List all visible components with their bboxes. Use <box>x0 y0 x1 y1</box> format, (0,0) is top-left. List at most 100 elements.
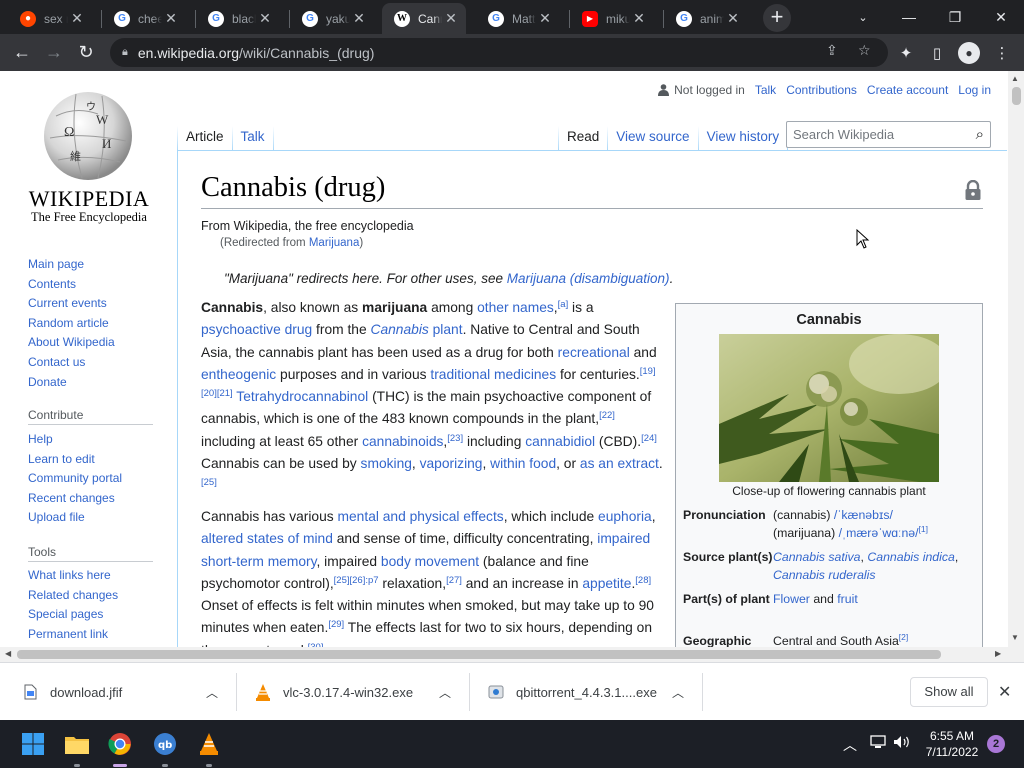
profile-avatar-icon[interactable]: ● <box>958 42 980 64</box>
link-recreational[interactable]: recreational <box>558 345 630 360</box>
link-as-an-extract[interactable]: as an extract <box>580 456 659 471</box>
sidebar-item-contact[interactable]: Contact us <box>28 353 115 373</box>
sidebar-item-related-changes[interactable]: Related changes <box>28 586 118 606</box>
chevron-up-icon[interactable]: ︿ <box>439 684 451 701</box>
windows-start-icon[interactable] <box>18 729 48 759</box>
browser-tab-5-active[interactable]: W Cann ✕ <box>382 3 466 34</box>
scroll-up-arrow-icon[interactable]: ▲ <box>1011 74 1019 83</box>
vlc-taskbar-icon[interactable] <box>194 729 224 767</box>
link-body-movement[interactable]: body movement <box>381 554 479 569</box>
tab-search-icon[interactable]: ⌄ <box>840 0 886 34</box>
lock-icon[interactable]: 🔒︎ <box>122 46 128 59</box>
scroll-right-arrow-icon[interactable]: ▶ <box>995 649 1001 658</box>
link-altered-states[interactable]: altered states of mind <box>201 531 333 546</box>
tab-read[interactable]: Read <box>559 126 607 151</box>
sidebar-item-current-events[interactable]: Current events <box>28 294 115 314</box>
link-within-food[interactable]: within food <box>490 456 556 471</box>
network-icon[interactable] <box>870 735 886 752</box>
link-fruit[interactable]: fruit <box>837 592 858 606</box>
link-mental-physical-effects[interactable]: mental and physical effects <box>338 509 504 524</box>
link-cannabis-ruderalis[interactable]: Cannabis ruderalis <box>773 568 876 582</box>
close-tab-icon[interactable]: ✕ <box>724 10 742 27</box>
system-clock[interactable]: 6:55 AM 7/11/2022 <box>920 728 984 760</box>
horizontal-scrollbar[interactable]: ◀ ▶ <box>0 647 1024 662</box>
cannabis-plant-image[interactable] <box>719 334 939 482</box>
bookmark-star-icon[interactable]: ☆ <box>858 42 871 59</box>
address-bar[interactable]: 🔒︎ en.wikipedia.org/wiki/Cannabis_(drug) <box>110 38 888 67</box>
menu-kebab-icon[interactable]: ⋮ <box>991 42 1013 64</box>
close-tab-icon[interactable]: ✕ <box>256 10 274 27</box>
vertical-scrollbar[interactable]: ▲ ▼ <box>1008 71 1024 647</box>
link-smoking[interactable]: smoking <box>361 456 412 471</box>
search-icon[interactable]: ⌕ <box>976 126 984 143</box>
create-account-link[interactable]: Create account <box>867 83 948 97</box>
close-tab-icon[interactable]: ✕ <box>350 10 368 27</box>
chevron-up-icon[interactable]: ︿ <box>206 684 218 701</box>
link-entheogenic[interactable]: entheogenic <box>201 367 276 382</box>
browser-tab-4[interactable]: G yakul ✕ <box>290 3 374 34</box>
sidebar-item-help[interactable]: Help <box>28 430 122 450</box>
sidebar-item-random-article[interactable]: Random article <box>28 314 115 334</box>
protection-lock-icon[interactable] <box>964 180 982 200</box>
forward-button[interactable]: → <box>40 38 68 66</box>
link-psychoactive-drug[interactable]: psychoactive drug <box>201 322 312 337</box>
download-item-3[interactable]: qbittorrent_4.4.3.1....exe ︿ <box>488 663 698 721</box>
back-button[interactable]: ← <box>8 38 36 66</box>
browser-tab-1[interactable]: ● sex n ✕ <box>8 3 92 34</box>
link-euphoria[interactable]: euphoria <box>598 509 652 524</box>
browser-tab-8[interactable]: G anim ✕ <box>664 3 748 34</box>
close-window-button[interactable]: ✕ <box>978 0 1024 34</box>
new-tab-button[interactable]: + <box>763 4 791 32</box>
horizontal-scroll-thumb[interactable] <box>17 650 941 659</box>
close-tab-icon[interactable]: ✕ <box>442 10 460 27</box>
sidebar-item-permanent-link[interactable]: Permanent link <box>28 625 118 645</box>
tab-view-source[interactable]: View source <box>608 126 697 151</box>
wikipedia-globe-logo[interactable]: Ω W И 維 ウ <box>36 86 140 180</box>
search-input[interactable]: Search Wikipedia ⌕ <box>786 121 991 148</box>
link-cannabis-sativa[interactable]: Cannabis sativa <box>773 550 861 564</box>
contributions-link[interactable]: Contributions <box>786 83 857 97</box>
sidebar-item-recent-changes[interactable]: Recent changes <box>28 489 122 509</box>
link-other-names[interactable]: other names <box>477 300 554 315</box>
sidebar-item-upload-file[interactable]: Upload file <box>28 508 122 528</box>
chevron-up-icon[interactable]: ︿ <box>672 684 684 701</box>
close-tab-icon[interactable]: ✕ <box>536 10 554 27</box>
close-downloads-bar-icon[interactable]: ✕ <box>998 682 1011 702</box>
sidebar-item-contents[interactable]: Contents <box>28 275 115 295</box>
minimize-button[interactable]: — <box>886 0 932 34</box>
vertical-scroll-thumb[interactable] <box>1012 87 1021 105</box>
link-flower[interactable]: Flower <box>773 592 810 606</box>
restore-button[interactable]: ❐ <box>932 0 978 34</box>
scroll-left-arrow-icon[interactable]: ◀ <box>5 649 11 658</box>
tab-article[interactable]: Article <box>178 126 232 151</box>
close-tab-icon[interactable]: ✕ <box>68 10 86 27</box>
notification-badge[interactable]: 2 <box>987 735 1005 753</box>
show-hidden-icons-chevron-icon[interactable]: ︿ <box>843 735 857 755</box>
sidebar-item-about[interactable]: About Wikipedia <box>28 333 115 353</box>
download-item-2[interactable]: vlc-3.0.17.4-win32.exe ︿ <box>255 663 465 721</box>
browser-tab-7[interactable]: ▶ miku ✕ <box>570 3 654 34</box>
sidebar-item-main-page[interactable]: Main page <box>28 255 115 275</box>
tab-talk[interactable]: Talk <box>233 126 273 151</box>
reload-button[interactable]: ↻ <box>72 38 100 66</box>
link-appetite[interactable]: appetite <box>582 576 631 591</box>
chrome-icon[interactable] <box>105 729 135 767</box>
sidebar-item-community-portal[interactable]: Community portal <box>28 469 122 489</box>
link-thc[interactable]: Tetrahydrocannabinol <box>236 389 368 404</box>
tab-view-history[interactable]: View history <box>699 126 788 151</box>
close-tab-icon[interactable]: ✕ <box>630 10 648 27</box>
scroll-down-arrow-icon[interactable]: ▼ <box>1011 633 1019 642</box>
sidebar-item-special-pages[interactable]: Special pages <box>28 605 118 625</box>
extensions-icon[interactable]: ✦ <box>895 42 917 64</box>
talk-link[interactable]: Talk <box>755 83 776 97</box>
sidebar-item-donate[interactable]: Donate <box>28 373 115 393</box>
link-traditional-medicines[interactable]: traditional medicines <box>430 367 556 382</box>
file-explorer-icon[interactable] <box>62 729 92 767</box>
link-vaporizing[interactable]: vaporizing <box>420 456 483 471</box>
ipa-marijuana-link[interactable]: /ˌmærəˈwɑːnə/ <box>839 526 919 540</box>
side-panel-icon[interactable]: ▯ <box>926 42 948 64</box>
sidebar-item-what-links-here[interactable]: What links here <box>28 566 118 586</box>
ipa-cannabis-link[interactable]: /ˈkænəbɪs/ <box>834 508 893 522</box>
qbittorrent-icon[interactable]: qb <box>150 729 180 767</box>
share-icon[interactable]: ⇪ <box>826 42 838 59</box>
